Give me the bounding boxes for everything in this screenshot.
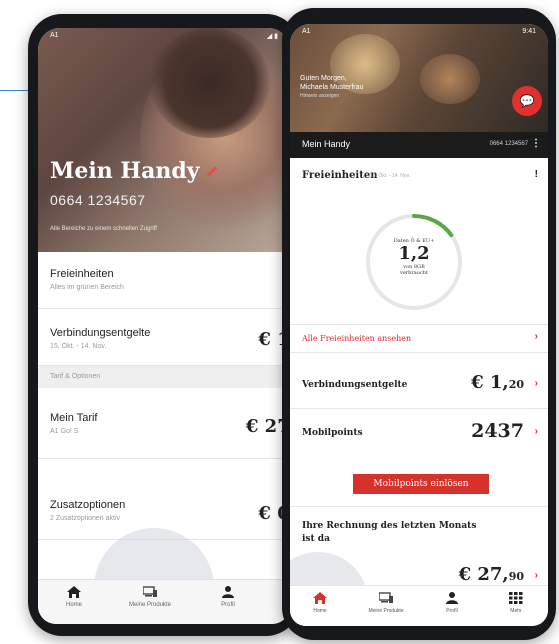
- redeem-points-button[interactable]: Mobilpoints einlösen: [353, 474, 489, 494]
- person-icon: [446, 592, 458, 604]
- all-units-link[interactable]: Alle Freieinheiten ansehen: [302, 334, 411, 343]
- list-item-verbindungsentgelte[interactable]: Verbindungsentgelte 15. Okt. - 14. Nov. …: [38, 309, 290, 366]
- tab-home[interactable]: Home: [44, 586, 104, 608]
- tab-meine-produkte[interactable]: Meine Produkte: [120, 586, 180, 608]
- points-label[interactable]: Mobilpoints: [302, 428, 363, 438]
- info-icon[interactable]: !: [535, 169, 538, 180]
- status-bar: A1 ◢ ▮: [50, 32, 278, 40]
- section-label: Tarif & Optionen: [38, 366, 290, 388]
- charges-label[interactable]: Verbindungsentgelte: [302, 380, 407, 390]
- list-item-mein-tarif[interactable]: Mein Tarif A1 Go! S € 27,: [38, 388, 290, 459]
- chevron-right-icon[interactable]: ›: [535, 331, 538, 342]
- bottom-tab-bar: Home Meine Produkte Profil: [38, 579, 290, 624]
- hero-image: A1 ◢ ▮ Mein Handy 0664 1234567 Alle Bere…: [38, 28, 290, 252]
- product-header-bar[interactable]: Mein Handy 0664 1234567 ⋮: [290, 132, 548, 158]
- page-title: Mein Handy: [50, 158, 218, 184]
- bill-amount: € 27,90: [458, 564, 524, 585]
- tab-profil[interactable]: Profil: [198, 586, 258, 608]
- tab-profil[interactable]: Profil: [426, 592, 478, 614]
- list-item-freieinheiten[interactable]: Freieinheiten Alles im grünen Bereich ▾: [38, 252, 290, 309]
- card-title: Freieinheiten: [302, 170, 378, 181]
- chevron-right-icon[interactable]: ›: [535, 570, 538, 581]
- status-bar: A1 9:41: [302, 28, 536, 35]
- tab-mehr[interactable]: Mehr: [490, 592, 542, 614]
- home-icon: [313, 592, 327, 604]
- product-name: Mein Handy: [302, 139, 351, 149]
- back-phone: A1 ◢ ▮ Mein Handy 0664 1234567 Alle Bere…: [28, 14, 300, 636]
- devices-icon: [379, 592, 393, 603]
- charges-amount: € 1,20: [471, 372, 524, 393]
- devices-icon: [143, 586, 157, 597]
- front-phone: A1 9:41 Guten Morgen, Michaela Musterfra…: [282, 8, 556, 640]
- card-range: 15. Okt. - 14. Nov.: [370, 173, 411, 179]
- person-icon: [222, 586, 234, 598]
- grid-icon: [509, 592, 523, 604]
- edit-pencil-icon[interactable]: [206, 165, 217, 177]
- chevron-right-icon[interactable]: ›: [535, 426, 538, 437]
- bottom-tab-bar: Home Meine Produkte Profil Mehr: [290, 585, 548, 626]
- hero-image: A1 9:41 Guten Morgen, Michaela Musterfra…: [290, 24, 548, 132]
- back-phone-screen: A1 ◢ ▮ Mein Handy 0664 1234567 Alle Bere…: [38, 28, 290, 624]
- product-number: 0664 1234567: [489, 141, 528, 147]
- tab-home[interactable]: Home: [294, 592, 346, 614]
- gauge-value: 1,2: [398, 243, 430, 264]
- chat-bubbles-icon[interactable]: 💬: [512, 86, 542, 116]
- greeting: Guten Morgen, Michaela Musterfrau Hinwei…: [300, 75, 364, 99]
- more-vert-icon[interactable]: ⋮: [531, 138, 541, 149]
- bill-notice[interactable]: Ihre Rechnung des letzten Monats ist da: [302, 520, 482, 546]
- hero-hint: Alle Bereiche zu einem schnellen Zugriff: [50, 226, 157, 232]
- home-icon: [67, 586, 81, 598]
- phone-number: 0664 1234567: [50, 192, 146, 208]
- gauge-text: Daten Ö & EU+ 1,2 von 8GB verbraucht: [362, 210, 466, 276]
- tab-meine-produkte[interactable]: Meine Produkte: [360, 592, 412, 614]
- front-phone-screen: A1 9:41 Guten Morgen, Michaela Musterfra…: [290, 24, 548, 626]
- points-value: 2437: [471, 420, 524, 442]
- chevron-right-icon[interactable]: ›: [535, 378, 538, 389]
